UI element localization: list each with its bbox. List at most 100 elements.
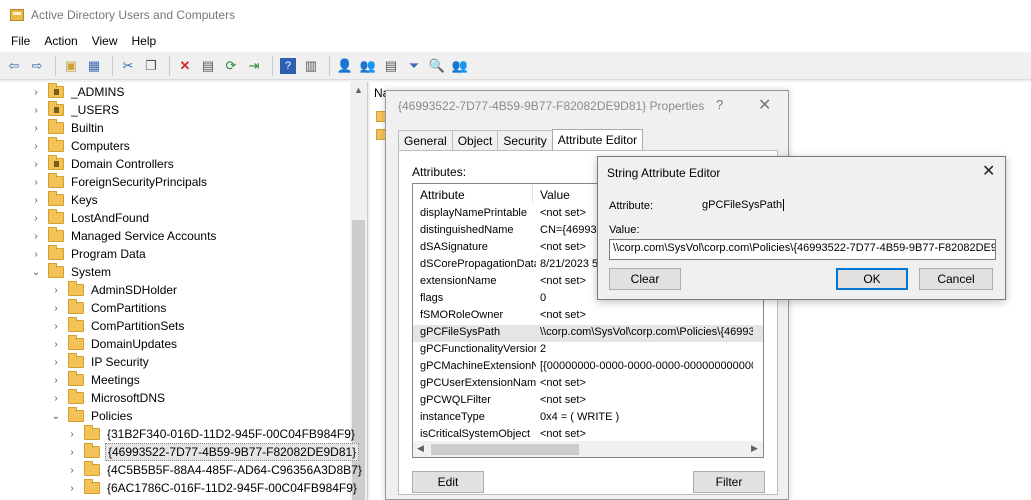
group-icon[interactable]: 👥 <box>358 56 378 76</box>
attribute-row[interactable]: instanceType 0x4 = ( WRITE ) <box>413 410 763 427</box>
scroll-up-arrow-icon[interactable]: ▲ <box>350 82 367 99</box>
tab-attribute-editor[interactable]: Attribute Editor <box>551 129 644 151</box>
tree-item[interactable]: › ComPartitionSets <box>50 317 186 335</box>
tree-item[interactable]: › _ADMINS <box>30 83 126 101</box>
chevron-right-icon[interactable]: › <box>30 141 42 152</box>
attribute-row[interactable]: gPCFileSysPath \\corp.com\SysVol\corp.com… <box>413 325 763 342</box>
chevron-right-icon[interactable]: › <box>30 105 42 116</box>
attribute-row[interactable]: fSMORoleOwner <not set> <box>413 308 763 325</box>
export-icon[interactable]: ⇥ <box>244 56 264 76</box>
chevron-right-icon[interactable]: › <box>50 375 62 386</box>
tree-item[interactable]: › Managed Service Accounts <box>30 227 218 245</box>
attribute-row[interactable]: gPCUserExtensionNames <not set> <box>413 376 763 393</box>
tree-item[interactable]: › {46993522-7D77-4B59-9B77-F82082DE9D81} <box>66 443 360 461</box>
delete-icon[interactable]: ✕ <box>175 56 195 76</box>
tree-item[interactable]: ⌄ Policies <box>50 407 134 425</box>
tree-item-label: Keys <box>71 193 98 207</box>
attributes-horizontal-scrollbar[interactable]: ◀ ▶ <box>413 441 763 457</box>
console-tree[interactable]: ▲ › _ADMINS › _USERS › Builtin › Computers › Doma… <box>0 82 368 500</box>
copy-icon[interactable]: ❐ <box>141 56 161 76</box>
tab-general[interactable]: General <box>398 130 453 151</box>
tree-item[interactable]: › ForeignSecurityPrincipals <box>30 173 209 191</box>
chevron-right-icon[interactable]: › <box>30 249 42 260</box>
scroll-left-arrow-icon[interactable]: ◀ <box>417 443 424 454</box>
tree-item[interactable]: ⌄ System <box>30 263 113 281</box>
chevron-right-icon[interactable]: › <box>30 195 42 206</box>
value-label: Value: <box>609 224 640 236</box>
scroll-right-arrow-icon[interactable]: ▶ <box>751 443 758 454</box>
chevron-right-icon[interactable]: › <box>66 429 78 440</box>
column-header-attribute[interactable]: Attribute <box>413 184 533 204</box>
tree-item[interactable]: › {31B2F340-016D-11D2-945F-00C04FB984F9} <box>66 425 357 443</box>
users-icon[interactable]: 👤 <box>335 56 355 76</box>
close-button[interactable]: ✕ <box>758 95 771 115</box>
tree-item[interactable]: › {4C5B5B5F-88A4-485F-AD64-C96356A3D8B7} <box>66 461 364 479</box>
chevron-right-icon[interactable]: › <box>66 465 78 476</box>
chevron-right-icon[interactable]: › <box>66 483 78 494</box>
chevron-right-icon[interactable]: › <box>30 159 42 170</box>
chevron-down-icon[interactable]: ⌄ <box>50 411 62 422</box>
attribute-row[interactable]: gPCMachineExtensionNames [{00000000-0000-… <box>413 359 763 376</box>
chevron-right-icon[interactable]: › <box>50 285 62 296</box>
chevron-right-icon[interactable]: › <box>30 87 42 98</box>
chevron-right-icon[interactable]: › <box>66 447 78 458</box>
chevron-right-icon[interactable]: › <box>30 213 42 224</box>
action-pane-icon[interactable]: ▥ <box>301 56 321 76</box>
menu-file[interactable]: File <box>4 34 37 48</box>
chevron-down-icon[interactable]: ⌄ <box>30 267 42 278</box>
tab-security[interactable]: Security <box>497 130 553 151</box>
tree-item[interactable]: › Program Data <box>30 245 148 263</box>
menu-action[interactable]: Action <box>37 34 84 48</box>
chevron-right-icon[interactable]: › <box>30 231 42 242</box>
show-console-tree-icon[interactable]: ▦ <box>84 56 104 76</box>
value-input[interactable]: \\corp.com\SysVol\corp.com\Policies\{469… <box>609 239 996 260</box>
tree-item[interactable]: › Keys <box>30 191 100 209</box>
attribute-name: isCriticalSystemObject <box>420 428 531 440</box>
edit-button[interactable]: Edit <box>412 471 484 493</box>
filter-icon[interactable]: ⏷ <box>404 56 424 76</box>
chevron-right-icon[interactable]: › <box>30 123 42 134</box>
tree-item-label: _ADMINS <box>71 85 125 99</box>
chevron-right-icon[interactable]: › <box>50 321 62 332</box>
folder-icon <box>48 101 64 116</box>
close-button[interactable]: ✕ <box>982 161 995 181</box>
tree-item[interactable]: › AdminSDHolder <box>50 281 179 299</box>
ou-icon[interactable]: ▤ <box>381 56 401 76</box>
tree-item[interactable]: › IP Security <box>50 353 151 371</box>
filter-button[interactable]: Filter <box>693 471 765 493</box>
tree-item[interactable]: › LostAndFound <box>30 209 151 227</box>
menu-view[interactable]: View <box>85 34 125 48</box>
chevron-right-icon[interactable]: › <box>50 393 62 404</box>
properties-icon[interactable]: ▤ <box>198 56 218 76</box>
back-icon[interactable]: ⇦ <box>4 56 24 76</box>
tree-item[interactable]: › _USERS <box>30 101 121 119</box>
find-icon[interactable]: 🔍 <box>427 56 447 76</box>
cut-icon[interactable]: ✂ <box>118 56 138 76</box>
cancel-button[interactable]: Cancel <box>919 268 993 290</box>
chevron-right-icon[interactable]: › <box>30 177 42 188</box>
add-to-group-icon[interactable]: 👥 <box>450 56 470 76</box>
clear-button[interactable]: Clear <box>609 268 681 290</box>
help-button[interactable]: ? <box>716 97 723 112</box>
tab-object[interactable]: Object <box>451 130 499 151</box>
tree-item[interactable]: › DomainUpdates <box>50 335 179 353</box>
ok-button[interactable]: OK <box>836 268 908 290</box>
attribute-row[interactable]: gPCWQLFilter <not set> <box>413 393 763 410</box>
tree-item[interactable]: › Computers <box>30 137 132 155</box>
forward-icon[interactable]: ⇨ <box>27 56 47 76</box>
chevron-right-icon[interactable]: › <box>50 303 62 314</box>
refresh-icon[interactable]: ⟳ <box>221 56 241 76</box>
help-icon[interactable]: ? <box>280 57 296 74</box>
tree-item[interactable]: › ComPartitions <box>50 299 168 317</box>
chevron-right-icon[interactable]: › <box>50 339 62 350</box>
tree-item[interactable]: › Domain Controllers <box>30 155 176 173</box>
tree-item[interactable]: › Meetings <box>50 371 142 389</box>
tree-item[interactable]: › {6AC1786C-016F-11D2-945F-00C04FB984F9} <box>66 479 359 497</box>
attribute-row[interactable]: gPCFunctionalityVersion 2 <box>413 342 763 359</box>
tree-item[interactable]: › MicrosoftDNS <box>50 389 167 407</box>
menu-help[interactable]: Help <box>125 34 164 48</box>
scroll-thumb[interactable] <box>431 444 579 455</box>
tree-item[interactable]: › Builtin <box>30 119 106 137</box>
chevron-right-icon[interactable]: › <box>50 357 62 368</box>
up-folder-icon[interactable]: ▣ <box>61 56 81 76</box>
